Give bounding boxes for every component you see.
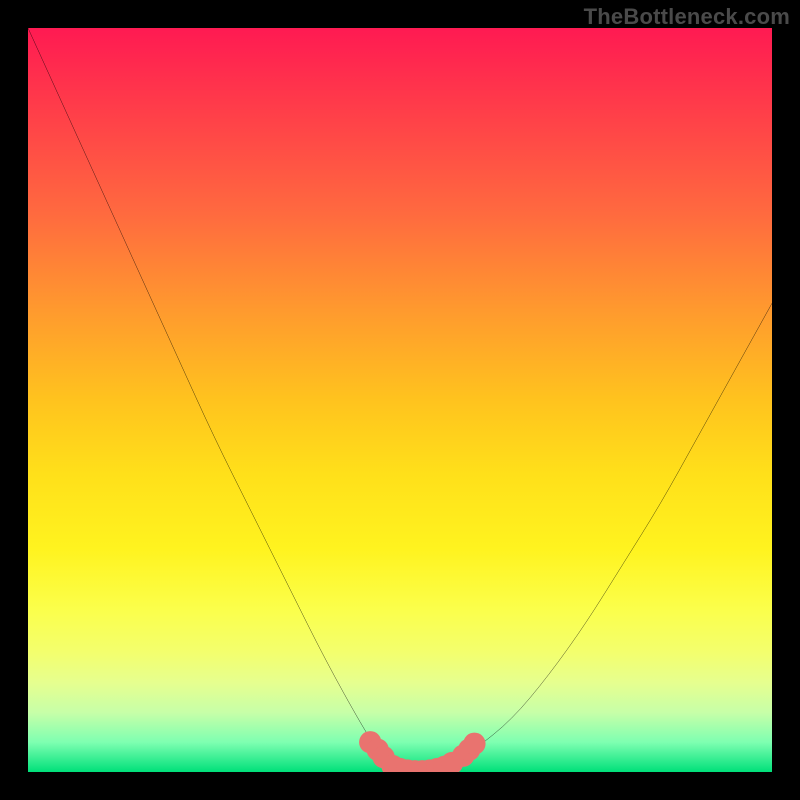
watermark-text: TheBottleneck.com (584, 4, 790, 30)
chart-svg (28, 28, 772, 772)
chart-area (28, 28, 772, 772)
chart-line-group (28, 28, 772, 772)
chart-marker (463, 733, 485, 755)
chart-curve (28, 28, 772, 772)
app-frame: TheBottleneck.com (0, 0, 800, 800)
chart-markers-group (359, 731, 485, 772)
